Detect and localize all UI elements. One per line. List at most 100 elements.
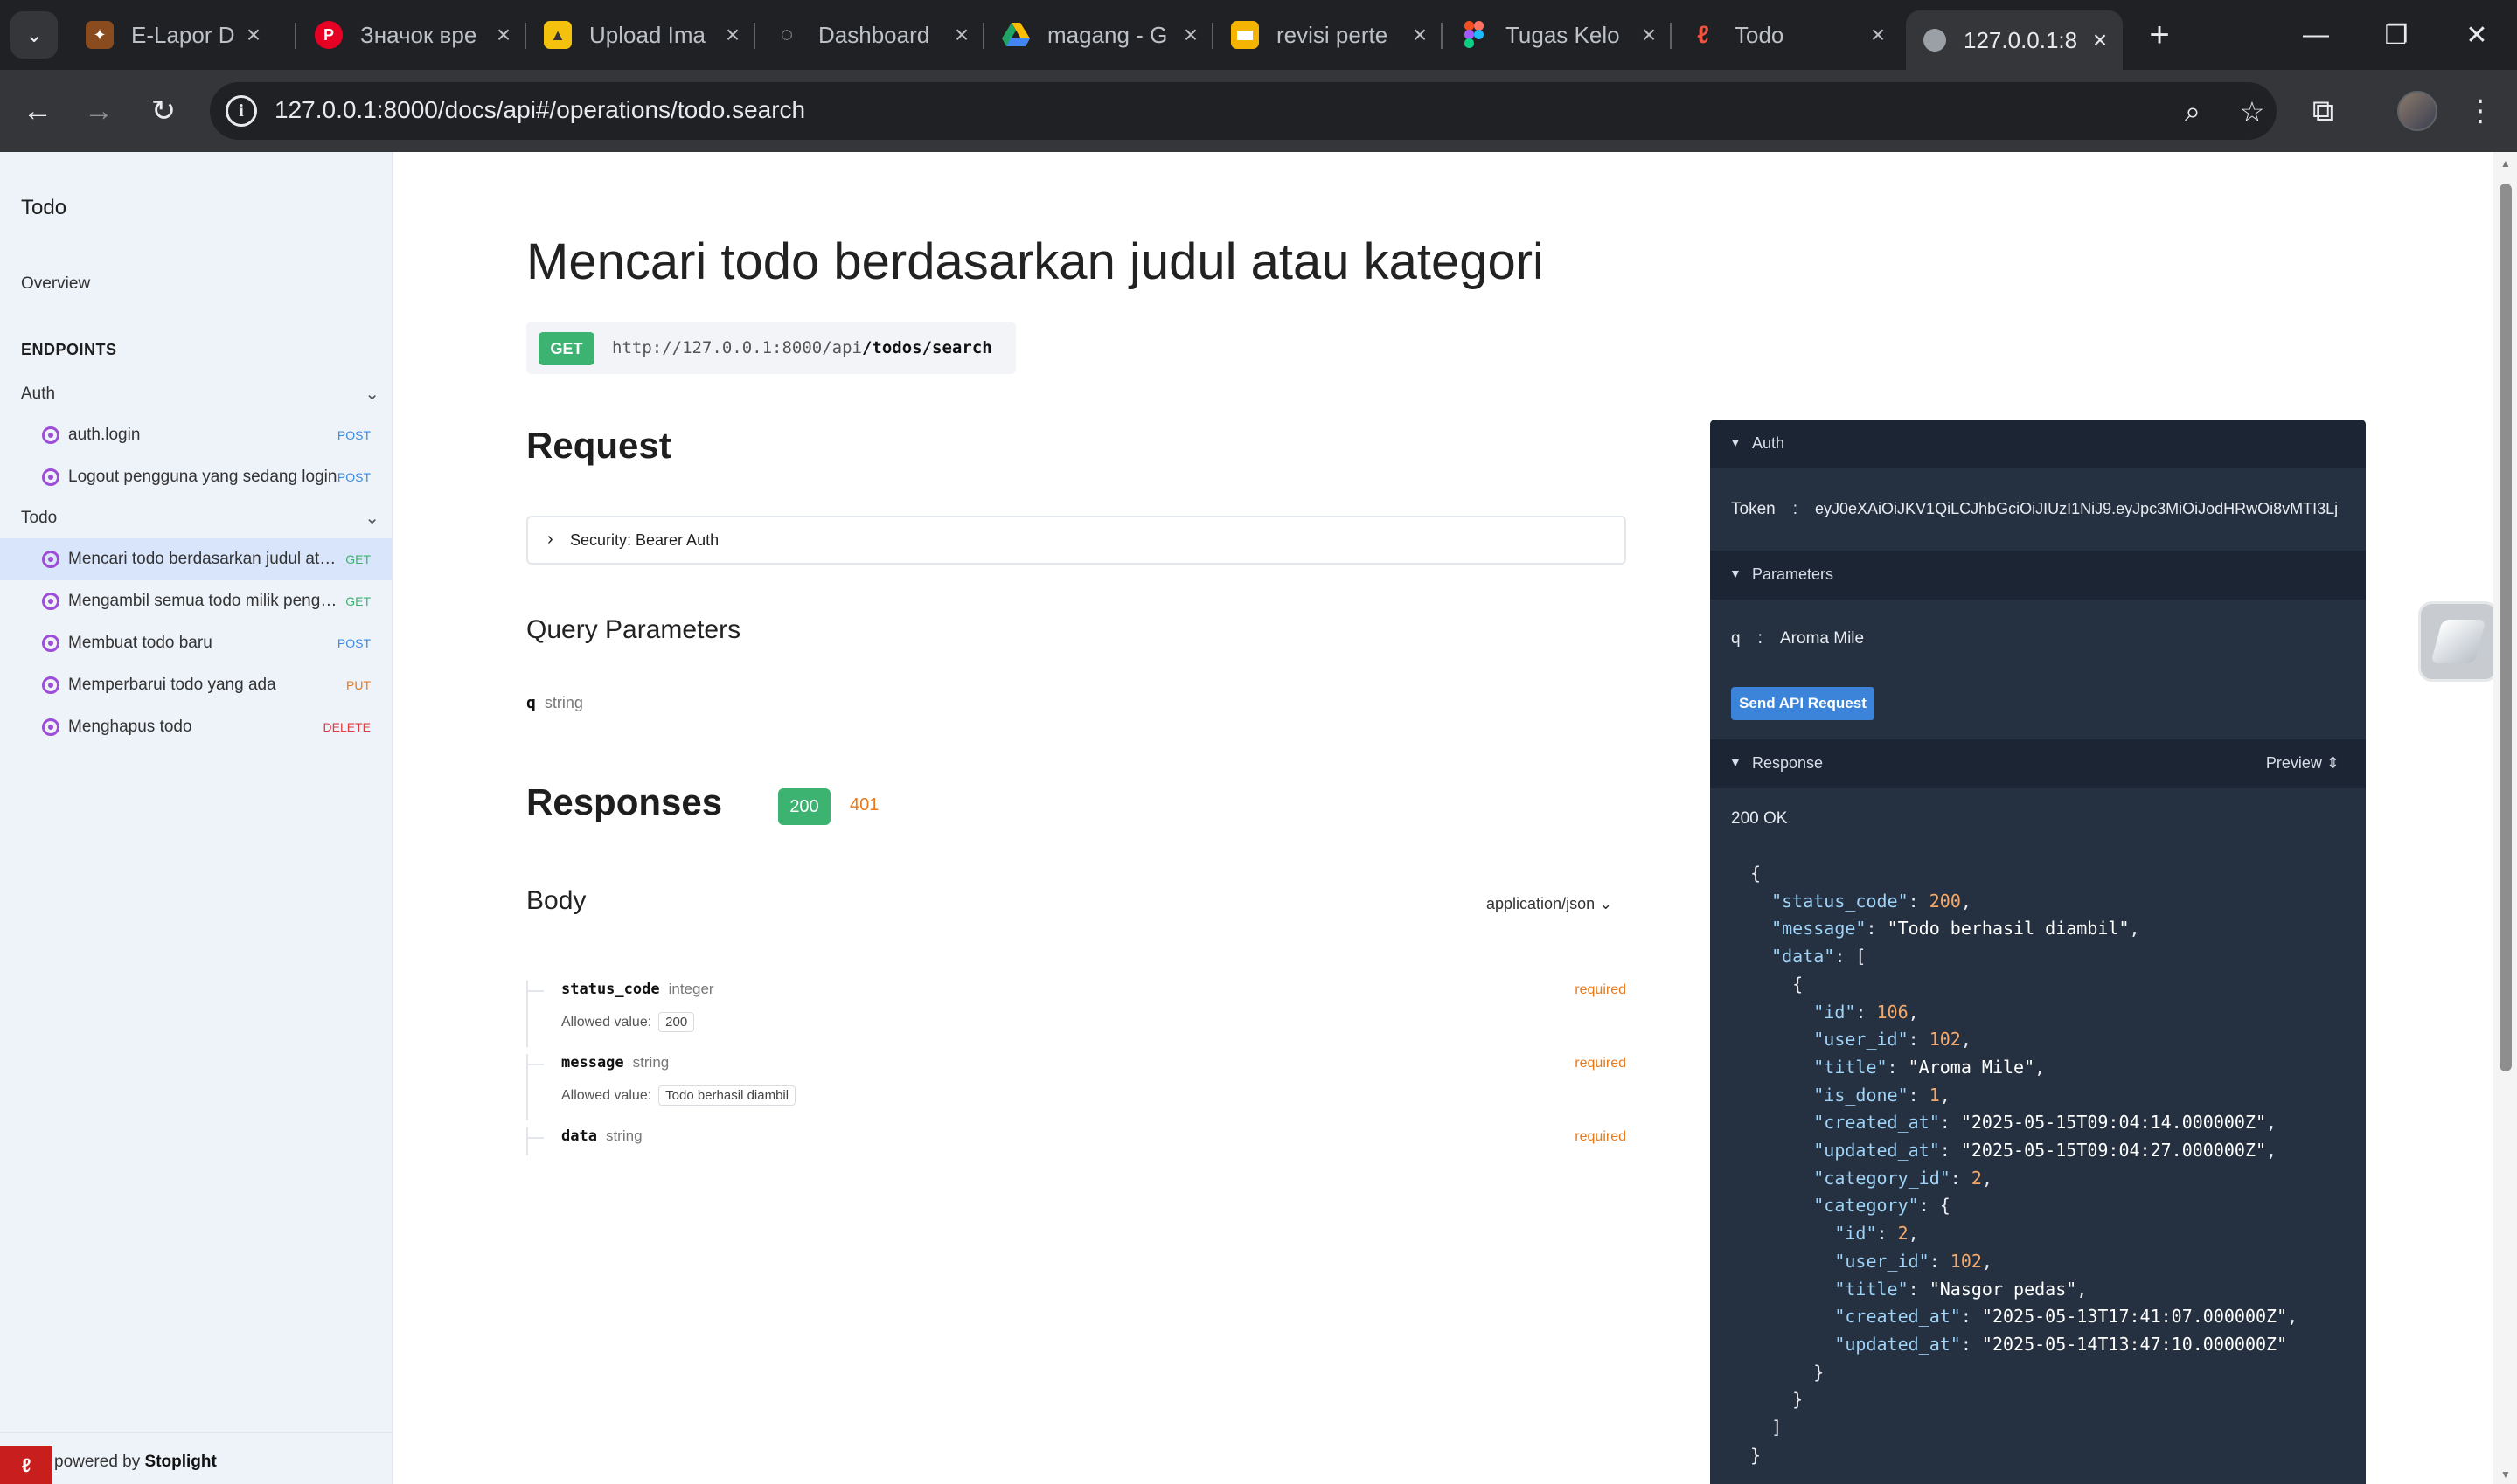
response-section-header[interactable]: ▼ Response Preview ⇕ <box>1710 739 2366 788</box>
sidebar-item-label: Menghapus todo <box>68 718 192 736</box>
close-icon[interactable]: × <box>944 21 979 49</box>
required-label: required <box>1575 982 1626 997</box>
auth-section-header[interactable]: ▼ Auth <box>1710 420 2366 468</box>
sidebar-item-overview[interactable]: Overview <box>21 274 90 294</box>
page-scrollbar[interactable]: ▲ ▼ <box>2493 152 2517 1484</box>
new-tab-button[interactable]: + <box>2138 16 2180 54</box>
back-button[interactable]: ← <box>14 87 61 135</box>
close-icon[interactable]: × <box>1402 21 1437 49</box>
close-icon[interactable]: × <box>715 21 750 49</box>
query-params-heading: Query Parameters <box>526 615 741 644</box>
tab-search-button[interactable]: ⌄ <box>10 11 58 59</box>
request-heading: Request <box>526 425 671 466</box>
extensions-icon[interactable]: ⧉ <box>2299 87 2347 135</box>
try-it-panel: ▼ Auth Token: eyJ0eXAiOiJKV1QiLCJhbGciOi… <box>1710 420 2366 1484</box>
tab-7[interactable]: ℓ Todo × <box>1672 10 1901 59</box>
slides-icon <box>1231 21 1259 49</box>
tab-4[interactable]: magang - G × <box>984 10 1213 59</box>
response-tab-401[interactable]: 401 <box>850 795 879 815</box>
scroll-down-arrow[interactable]: ▼ <box>2500 1468 2512 1481</box>
chevron-right-icon: › <box>547 530 553 549</box>
close-icon[interactable]: × <box>2082 26 2117 54</box>
forward-button[interactable]: → <box>75 87 122 135</box>
reload-button[interactable]: ↻ <box>140 87 187 135</box>
sidebar-item-todo-create[interactable]: Membuat todo baru POST <box>0 622 392 664</box>
token-label-text: Token <box>1731 500 1776 518</box>
method-badge: GET <box>345 552 371 566</box>
floating-action-button[interactable] <box>2418 601 2499 682</box>
site-info-icon[interactable]: i <box>226 95 257 127</box>
sidebar-item-todo-search[interactable]: Mencari todo berdasarkan judul atau kate… <box>0 538 392 580</box>
tab-0[interactable]: ✦ E-Lapor DIY × <box>68 10 276 59</box>
close-icon[interactable]: × <box>1631 21 1666 49</box>
operation-icon <box>42 593 59 610</box>
method-badge: GET <box>345 594 371 608</box>
parameters-heading: Parameters <box>1752 565 1834 583</box>
chevron-down-icon[interactable]: ⌄ <box>365 383 379 405</box>
sidebar-group-todo[interactable]: Todo ⌄ <box>21 509 379 528</box>
parameters-section-header[interactable]: ▼ Parameters <box>1710 551 2366 600</box>
token-input[interactable]: eyJ0eXAiOiJKV1QiLCJhbGciOiJIUzI1NiJ9.eyJ… <box>1815 500 2348 518</box>
zoom-icon[interactable]: ⌕ <box>2175 94 2210 129</box>
send-api-request-button[interactable]: Send API Request <box>1731 687 1874 720</box>
close-window-button[interactable]: ✕ <box>2437 9 2516 61</box>
profile-avatar[interactable] <box>2397 91 2437 131</box>
menu-kebab-icon[interactable]: ⋮ <box>2457 87 2504 135</box>
google-drive-icon <box>1002 21 1030 49</box>
figma-icon <box>1460 21 1488 49</box>
minimize-button[interactable]: — <box>2277 9 2355 61</box>
sidebar-group-auth[interactable]: Auth ⌄ <box>21 385 379 404</box>
field-type: string <box>632 1054 670 1071</box>
caret-down-icon: ▼ <box>1729 755 1742 769</box>
param-q-input[interactable]: Aroma Mile <box>1780 629 1864 648</box>
sidebar-item-todo-update[interactable]: Memperbarui todo yang ada PUT <box>0 664 392 706</box>
scroll-up-arrow[interactable]: ▲ <box>2500 157 2512 170</box>
tree-connector <box>528 1064 544 1065</box>
tab-8[interactable]: 127.0.0.1:8 × <box>1906 10 2123 70</box>
page-title: Mencari todo berdasarkan judul atau kate… <box>526 233 1544 290</box>
bookmark-star-icon[interactable]: ☆ <box>2235 94 2270 129</box>
tab-separator <box>295 23 296 49</box>
allowed-value-chip: 200 <box>658 1012 695 1032</box>
sidebar-title[interactable]: Todo <box>21 196 66 220</box>
sidebar-item-logout[interactable]: Logout pengguna yang sedang login POST <box>0 456 392 498</box>
method-badge: POST <box>337 428 371 442</box>
response-heading: Response <box>1752 754 1824 772</box>
close-icon[interactable]: × <box>1860 21 1895 49</box>
sidebar-item-label: Memperbarui todo yang ada <box>68 676 276 694</box>
response-tab-200[interactable]: 200 <box>778 788 831 825</box>
sidebar-item-auth-login[interactable]: auth.login POST <box>0 414 392 456</box>
mime-type-select[interactable]: application/json ⌄ <box>1486 895 1612 913</box>
tab-title: Значок вре <box>360 21 477 48</box>
security-accordion[interactable]: › Security: Bearer Auth <box>526 516 1626 565</box>
sidebar-item-label: Mengambil semua todo milik pengguna <box>68 592 339 610</box>
required-label: required <box>1575 1056 1626 1071</box>
preview-select[interactable]: Preview ⇕ <box>2266 754 2340 773</box>
method-badge: POST <box>337 636 371 650</box>
sidebar-item-todo-list[interactable]: Mengambil semua todo milik pengguna GET <box>0 580 392 622</box>
chevron-down-icon[interactable]: ⌄ <box>365 507 379 529</box>
tab-1[interactable]: P Значок вре × <box>297 10 526 59</box>
url-text[interactable]: 127.0.0.1:8000/docs/api#/operations/todo… <box>275 96 805 124</box>
tab-6[interactable]: Tugas Kelo × <box>1443 10 1672 59</box>
operation-icon <box>42 551 59 568</box>
address-bar[interactable]: i 127.0.0.1:8000/docs/api#/operations/to… <box>210 82 2277 140</box>
tab-title: Dashboard <box>818 21 930 48</box>
powered-by-prefix: powered by <box>54 1453 141 1471</box>
powered-by[interactable]: powered by Stoplight <box>54 1453 217 1472</box>
group-label: Todo <box>21 509 58 527</box>
close-icon[interactable]: × <box>1173 21 1208 49</box>
method-badge: GET <box>539 332 594 365</box>
responses-heading: Responses <box>526 781 723 822</box>
tab-5[interactable]: revisi perte × <box>1213 10 1443 59</box>
group-label: Auth <box>21 385 56 403</box>
param-name: q <box>526 694 536 712</box>
restore-button[interactable]: ❐ <box>2357 9 2436 61</box>
tab-3[interactable]: ◌ Dashboard × <box>755 10 984 59</box>
scrollbar-thumb[interactable] <box>2500 184 2512 1071</box>
sidebar-footer[interactable]: ℓ powered by Stoplight <box>0 1432 392 1484</box>
close-icon[interactable]: × <box>236 21 271 49</box>
close-icon[interactable]: × <box>486 21 521 49</box>
sidebar-item-todo-delete[interactable]: Menghapus todo DELETE <box>0 706 392 748</box>
tab-2[interactable]: ▲ Upload Ima × <box>526 10 755 59</box>
